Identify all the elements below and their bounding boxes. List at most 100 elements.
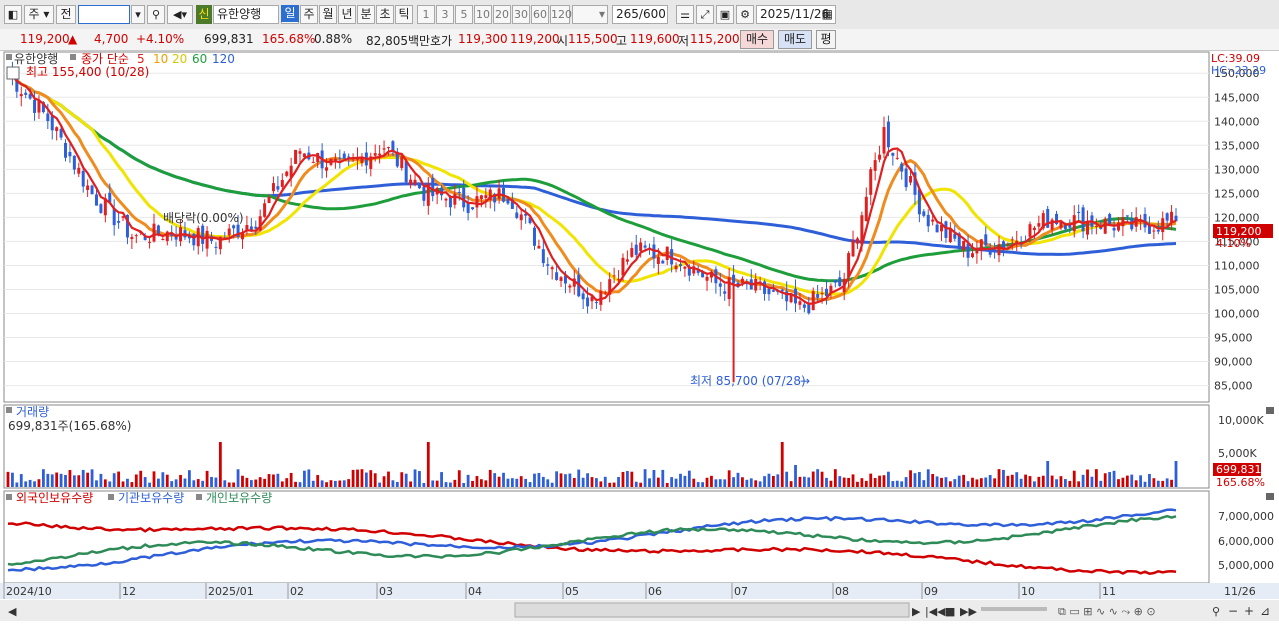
num-button-20[interactable]: 20 [493,5,511,24]
num-button-3[interactable]: 3 [436,5,454,24]
volume-panel [3,404,1210,489]
candle-body [479,195,483,199]
candle-body [298,151,302,154]
volume-bar [829,480,833,487]
volume-bar [962,474,966,487]
volume-bar [1125,475,1129,487]
buy-button[interactable]: 매수 [740,30,774,49]
search-icon[interactable]: ⚲ [147,5,165,24]
zoom-slider[interactable] [981,607,1047,611]
interval-select[interactable]: ▾ [572,5,608,24]
volume-bar [1024,474,1027,487]
num-button-10[interactable]: 10 [474,5,492,24]
price-change: 4,700 [94,32,129,46]
scroll-left-icon[interactable]: ◀ [8,605,17,618]
num-button-5[interactable]: 5 [455,5,473,24]
tab-period-week[interactable]: 주 [300,5,318,24]
candle-body [64,142,68,158]
volume-bar [422,482,426,487]
volume-bar [705,477,709,487]
zoom-search-icon[interactable]: ⚲ [1212,605,1220,618]
tab-period-tick[interactable]: 틱 [395,5,413,24]
candle-body [931,219,935,222]
candle-body [1032,227,1036,231]
stop-icon[interactable]: ■ [945,605,955,618]
candle-body [993,250,997,253]
candle-body [90,185,94,195]
candle-body [515,212,519,218]
volume-bar [444,482,448,487]
ask-price: 119,300 [458,32,508,46]
volume-bar [1063,479,1067,487]
volume-bar [249,480,253,487]
last-icon[interactable]: ▶▶ [960,605,977,618]
tab-period-minute[interactable]: 분 [357,5,375,24]
volume-bar [307,469,311,487]
tab-period-second[interactable]: 초 [376,5,394,24]
window-icon[interactable]: ◧ [4,5,22,24]
volume-bar [612,482,616,487]
candle-body [975,250,979,254]
volume-bar [117,471,121,487]
candle-body [86,185,90,190]
x-axis-label: 02 [290,585,304,598]
num-button-1[interactable]: 1 [417,5,435,24]
candle-body [1006,243,1010,245]
volume-bar [46,473,50,487]
volume-panel-close-icon[interactable] [1266,407,1274,414]
holdings-panel-close-icon[interactable] [1266,493,1274,500]
save-icon[interactable]: ▣ [716,5,734,24]
eval-button[interactable]: 평 [816,30,836,49]
volume-bar [126,478,129,487]
num-button-120[interactable]: 120 [550,5,572,24]
candle-body [665,246,669,261]
zoom-out-icon[interactable]: − [1228,604,1238,618]
scale-icon[interactable]: ⊿ [1260,604,1270,618]
num-button-30[interactable]: 30 [512,5,530,24]
candle-body [205,230,209,249]
dropdown-icon[interactable]: ▾ [131,5,145,24]
count-input[interactable]: 265/600 [612,5,668,24]
tab-period-month[interactable]: 월 [319,5,337,24]
holdings-legend-square-2 [108,494,114,500]
volume-bar [519,476,523,487]
scroll-right-icon[interactable]: ▶ [912,605,921,618]
volume-bar [581,477,585,487]
sell-button[interactable]: 매도 [778,30,812,49]
num-button-60[interactable]: 60 [531,5,549,24]
draw-tool-icon[interactable]: ⤢ [696,5,714,24]
chart-area[interactable]: 150,000 145,000 140,000 135,000 130,000 125,0… [0,50,1279,621]
stock-code-input[interactable]: 000100 [78,5,130,24]
first-icon[interactable]: |◀◀ [925,605,946,618]
stock-name-field[interactable]: 유한양행 [213,5,279,24]
volume-bar [555,471,559,487]
volume-bar [1161,480,1165,487]
zoom-in-icon[interactable]: + [1244,604,1254,618]
calendar-icon[interactable]: ▦ [822,6,833,23]
volume-bar [55,472,59,487]
period-selector[interactable]: 주 ▾ [24,5,54,24]
candle-body [1081,207,1085,232]
volume-bar [621,471,625,487]
candle-body [816,294,820,298]
tab-period-day[interactable]: 일 [281,5,299,24]
volume-bar [630,471,634,487]
price-axis-label: 135,000 [1214,139,1260,152]
volume-bar [466,474,470,487]
current-price: 119,200 [20,32,70,46]
toolbar-icons[interactable]: ⧉ ▭ ⊞ ∿ ∿ ⤳ ⊕ ⊙ [1058,605,1156,618]
legend-ma20: 20 [172,52,187,66]
date-input[interactable]: 2025/11/26 ▦ [756,5,836,24]
speaker-icon[interactable]: ◀▾ [167,5,193,24]
candle-type-icon[interactable]: ⚌ [676,5,694,24]
volume-bar [338,480,342,487]
prev-button[interactable]: 전 [56,5,76,24]
volume-bar [674,478,678,487]
chart-svg[interactable]: 150,000145,000140,000135,000130,000125,0… [0,50,1279,621]
volume-bar [1130,474,1134,487]
scroll-thumb[interactable] [514,602,910,618]
gear-icon[interactable]: ⚙ [736,5,754,24]
volume-bar [1103,473,1107,487]
volume-bar [524,478,528,487]
tab-period-year[interactable]: 년 [338,5,356,24]
